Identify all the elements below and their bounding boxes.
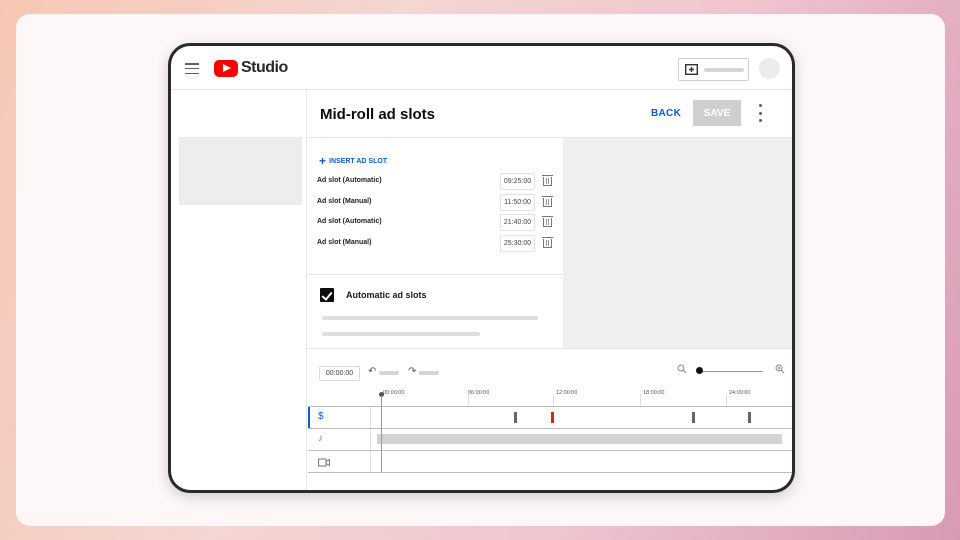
video-camera-icon [318,458,330,467]
redo-label-placeholder [419,371,439,375]
track-separator [370,407,371,428]
ad-slot-row: Ad slot (Automatic) 09:25:00 [317,173,557,191]
ruler-mark [553,394,554,406]
delete-icon[interactable] [542,237,553,249]
sidebar [171,90,307,490]
ruler-tick-label: 00:00:00 [383,390,405,396]
youtube-logo-icon [214,59,238,77]
ad-slot-time-input[interactable]: 21:40:00 [500,214,535,231]
ruler-tick-label: 06:00:00 [468,390,490,396]
video-thumbnail-placeholder [179,137,302,205]
zoom-in-icon[interactable] [775,364,785,374]
create-label-placeholder [704,67,744,72]
ruler-mark [640,394,641,406]
ruler-tick-label: 12:00:00 [556,390,578,396]
menu-icon[interactable] [185,63,199,75]
top-bar: Studio [171,46,792,90]
description-placeholder [322,332,480,336]
ad-slot-marker[interactable] [692,412,695,423]
ad-slot-label: Ad slot (Manual) [317,239,372,246]
ruler-tick-label: 24:00:00 [729,390,751,396]
zoom-out-icon[interactable] [677,364,687,374]
delete-icon[interactable] [542,196,553,208]
ad-slot-time-input[interactable]: 09:25:00 [500,173,535,190]
automatic-ad-slots-label: Automatic ad slots [346,290,427,300]
timeline-divider [308,348,792,349]
timecode-display[interactable]: 00:00:00 [319,366,360,381]
delete-icon[interactable] [542,216,553,228]
tablet-frame: Studio Mid-roll ad slots BACK SAVE + INS… [168,43,795,493]
studio-logo[interactable]: Studio [214,59,288,77]
track-separator [370,451,371,472]
ad-slot-label: Ad slot (Automatic) [317,218,382,225]
create-button[interactable] [678,58,749,81]
dollar-icon: $ [318,411,324,422]
avatar[interactable] [759,58,780,79]
video-preview[interactable] [563,138,792,348]
zoom-slider-track[interactable] [701,371,763,372]
insert-ad-slot-label: INSERT AD SLOT [329,157,388,165]
ad-slot-marker[interactable] [514,412,517,423]
logo-text: Studio [241,59,288,76]
ad-slot-time-input[interactable]: 11:50:00 [500,194,535,211]
ad-slot-label: Ad slot (Manual) [317,198,372,205]
ad-slot-row: Ad slot (Manual) 25:30:00 [317,235,557,253]
ruler-mark [468,394,469,406]
description-placeholder [322,316,538,320]
ad-slot-row: Ad slot (Automatic) 21:40:00 [317,214,557,232]
zoom-slider-handle[interactable] [696,367,703,374]
ad-slot-row: Ad slot (Manual) 11:50:00 [317,194,557,212]
redo-icon[interactable]: ↷ [408,366,416,377]
studio-screen: Studio Mid-roll ad slots BACK SAVE + INS… [171,46,792,490]
ruler-tick-label: 18:00:00 [643,390,665,396]
automatic-ad-slots-checkbox[interactable] [320,288,334,302]
back-button[interactable]: BACK [651,108,681,119]
ad-slot-marker-selected[interactable] [551,412,554,423]
ad-slot-marker[interactable] [748,412,751,423]
section-divider [308,274,563,275]
audio-clip[interactable] [377,434,782,444]
insert-ad-slot-button[interactable]: + INSERT AD SLOT [319,155,387,167]
ad-slot-label: Ad slot (Automatic) [317,177,382,184]
playhead[interactable] [381,396,382,472]
video-plus-icon [685,64,698,75]
delete-icon[interactable] [542,175,553,187]
ruler-mark [726,394,727,406]
plus-icon: + [319,154,327,168]
undo-label-placeholder [379,371,399,375]
ad-slot-time-input[interactable]: 25:30:00 [500,235,535,252]
undo-icon[interactable]: ↶ [368,366,376,377]
music-note-icon: ♪ [318,433,323,444]
more-options-icon[interactable] [756,103,764,123]
page-title: Mid-roll ad slots [320,106,436,123]
track-separator [370,429,371,450]
save-button[interactable]: SAVE [693,100,741,126]
